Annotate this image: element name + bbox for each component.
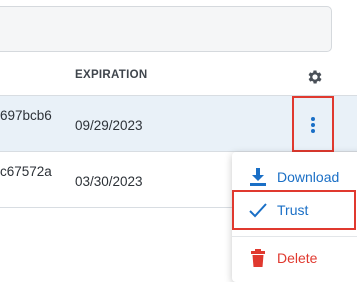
download-icon [248,167,268,187]
trash-icon [248,248,268,268]
table-row[interactable]: 697bcb6 09/29/2023 [0,96,357,152]
expiration-cell: 03/30/2023 [75,174,143,189]
search-input[interactable] [0,6,332,52]
menu-item-label: Download [277,169,340,185]
menu-item-delete[interactable]: Delete [232,241,357,277]
check-icon [248,200,268,220]
row-actions-button[interactable] [292,96,334,152]
column-header-expiration[interactable]: EXPIRATION [75,69,147,81]
gear-icon[interactable] [306,68,324,86]
expiration-cell: 09/29/2023 [75,118,143,133]
certificates-table-view: EXPIRATION 697bcb6 09/29/2023 c67572a 03… [0,0,357,282]
kebab-icon [311,117,315,133]
menu-divider [232,236,357,237]
table-header: EXPIRATION [0,58,357,96]
row-actions-menu: Download Trust Delete [232,152,357,282]
certificate-id-cell: c67572a [0,164,52,179]
menu-item-label: Delete [277,250,318,266]
menu-item-trust[interactable]: Trust [232,190,356,230]
certificate-id-cell: 697bcb6 [0,108,52,123]
menu-item-label: Trust [277,202,309,218]
